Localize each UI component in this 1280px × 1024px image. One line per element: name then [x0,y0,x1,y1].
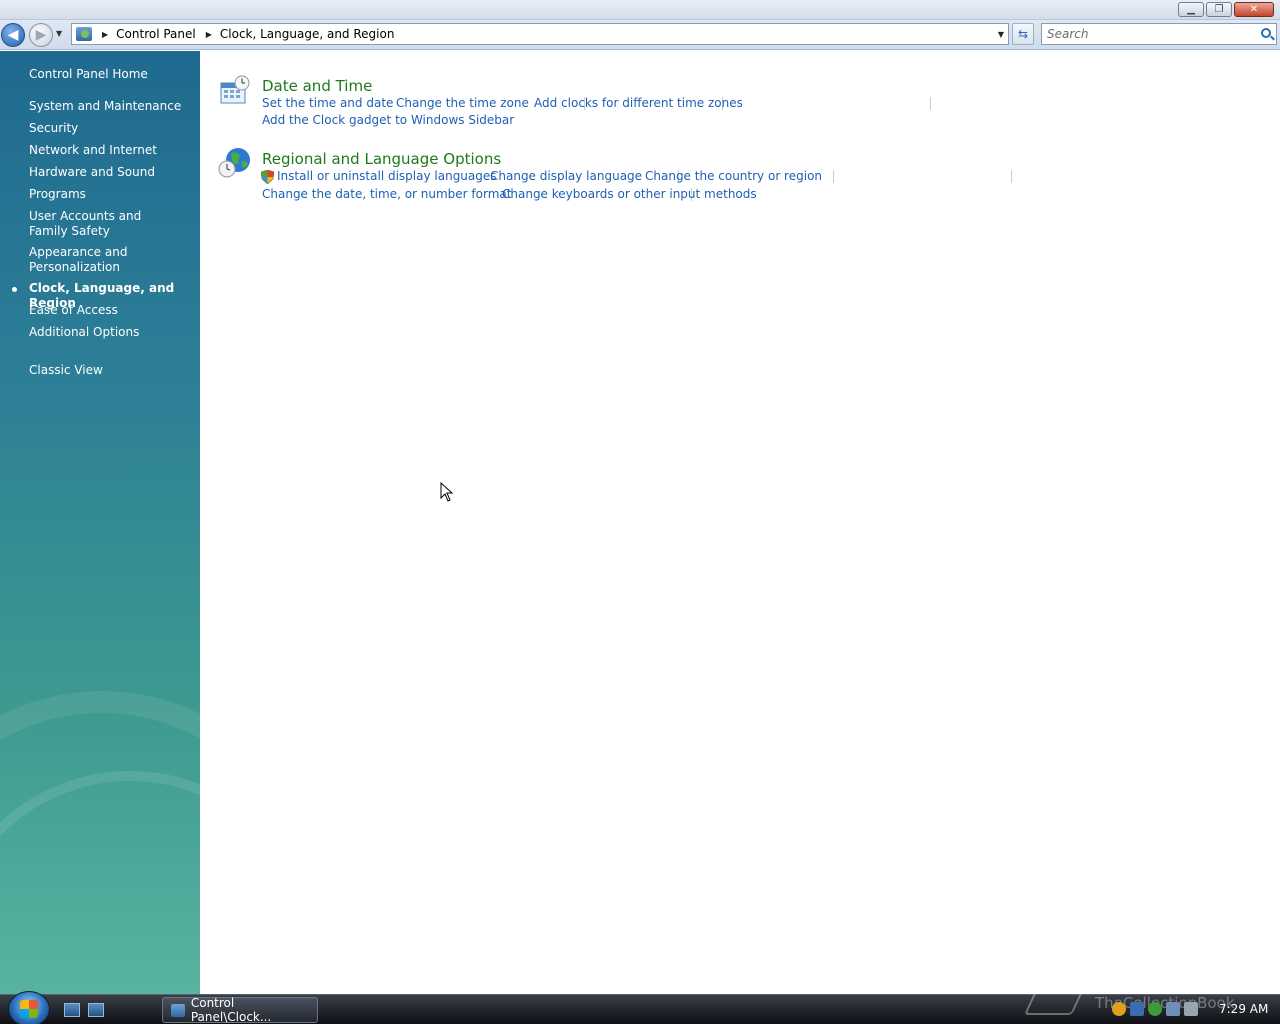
change-keyboards-link[interactable]: Change keyboards or other input methods [502,187,757,201]
search-input[interactable] [1047,27,1247,41]
title-bar: ▁ ❐ ✕ [0,0,1280,20]
sidebar-item-additional-options[interactable]: Additional Options [29,325,194,340]
volume-icon[interactable] [1184,1002,1198,1016]
system-tray [1112,1002,1198,1016]
show-desktop-icon[interactable] [64,1003,80,1017]
watermark-logo [1023,989,1085,1015]
taskbar-clock[interactable]: 7:29 AM [1219,1002,1268,1016]
sidebar-item-control-panel-home[interactable]: Control Panel Home [29,67,194,82]
display-icon[interactable] [1130,1002,1144,1016]
sidebar-item-user-accounts[interactable]: User Accounts and Family Safety [29,209,179,239]
add-clocks-link[interactable]: Add clocks for different time zones [534,96,743,110]
close-button[interactable]: ✕ [1234,2,1274,17]
security-alert-icon[interactable] [1112,1002,1126,1016]
chevron-right-icon[interactable]: ▶ [206,30,212,39]
sidebar-item-classic-view[interactable]: Classic View [29,363,194,378]
breadcrumb-clock-language-region[interactable]: Clock, Language, and Region [220,27,395,41]
taskbar-control-panel-button[interactable]: Control Panel\Clock... [162,996,318,1024]
globe-clock-icon[interactable] [218,147,252,179]
task-divider [1011,170,1012,183]
search-icon[interactable] [1261,28,1271,38]
search-box [1041,23,1277,45]
mouse-pointer-icon [440,482,454,502]
task-divider [833,170,834,183]
chevron-down-icon[interactable]: ▼ [998,30,1004,39]
sidebar-item-network-internet[interactable]: Network and Internet [29,143,194,158]
main-content: Date and Time Set the time and date Chan… [200,51,1280,994]
taskbar-button-label: Control Panel\Clock... [190,996,272,1024]
change-date-number-format-link[interactable]: Change the date, time, or number format [262,187,511,201]
task-divider [930,97,931,110]
network-icon[interactable] [1166,1002,1180,1016]
sidebar-item-system-maintenance[interactable]: System and Maintenance [29,99,194,114]
calendar-clock-icon[interactable] [220,75,250,105]
current-item-bullet [12,287,17,292]
sidebar-item-appearance[interactable]: Appearance and Personalization [29,245,139,275]
change-time-zone-link[interactable]: Change the time zone [396,96,529,110]
refresh-button[interactable]: ⇆ [1012,23,1034,45]
install-display-languages-link[interactable]: Install or uninstall display languages [277,169,497,183]
sidebar-item-hardware-sound[interactable]: Hardware and Sound [29,165,194,180]
window-controls: ▁ ❐ ✕ [1178,2,1274,17]
taskbar: Control Panel\Clock... TheCollectionBook… [0,989,1280,1024]
shield-icon [261,170,274,184]
control-panel-icon [171,1003,185,1017]
sidebar-item-security[interactable]: Security [29,121,194,136]
defender-icon[interactable] [1148,1002,1162,1016]
address-bar[interactable]: ▶ Control Panel ▶ Clock, Language, and R… [71,23,1009,45]
navigation-bar: ◀ ▶ ▼ ▶ Control Panel ▶ Clock, Language,… [0,20,1280,50]
switch-windows-icon[interactable] [88,1003,104,1017]
windows-logo-icon [20,1000,38,1018]
regional-language-title[interactable]: Regional and Language Options [262,150,501,168]
control-panel-icon [76,27,92,41]
minimize-button[interactable]: ▁ [1178,2,1204,17]
chevron-right-icon[interactable]: ▶ [102,30,108,39]
change-display-language-link[interactable]: Change display language [490,169,642,183]
set-time-date-link[interactable]: Set the time and date [262,96,393,110]
sidebar: Control Panel Home System and Maintenanc… [0,51,200,994]
breadcrumb-control-panel[interactable]: Control Panel [116,27,196,41]
add-clock-gadget-link[interactable]: Add the Clock gadget to Windows Sidebar [262,113,514,127]
sidebar-item-ease-of-access[interactable]: Ease of Access [29,303,194,318]
date-and-time-title[interactable]: Date and Time [262,77,372,95]
maximize-button[interactable]: ❐ [1206,2,1232,17]
back-button[interactable]: ◀ [1,23,25,47]
change-country-region-link[interactable]: Change the country or region [645,169,822,183]
forward-button[interactable]: ▶ [29,23,53,47]
sidebar-item-programs[interactable]: Programs [29,187,194,202]
recent-pages-dropdown[interactable]: ▼ [56,29,62,38]
start-button[interactable] [8,991,50,1024]
